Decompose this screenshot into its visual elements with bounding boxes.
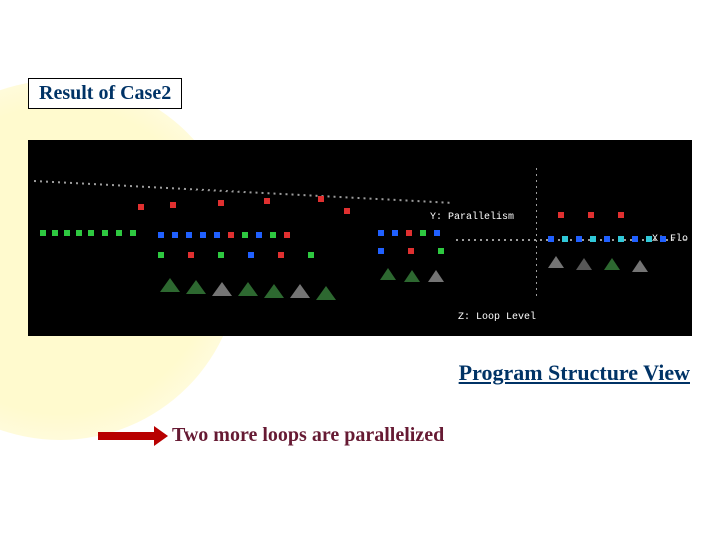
node bbox=[646, 236, 652, 242]
node bbox=[40, 230, 46, 236]
node bbox=[130, 230, 136, 236]
node bbox=[88, 230, 94, 236]
node bbox=[172, 232, 178, 238]
node bbox=[378, 230, 384, 236]
node bbox=[344, 208, 350, 214]
leaf bbox=[238, 282, 258, 296]
node bbox=[278, 252, 284, 258]
leaf bbox=[186, 280, 206, 294]
program-structure-figure: Y: Parallelism X: Flo Z: Loop Level bbox=[28, 140, 692, 336]
node bbox=[392, 230, 398, 236]
node bbox=[170, 202, 176, 208]
node bbox=[116, 230, 122, 236]
leaf bbox=[428, 270, 444, 282]
leaf bbox=[404, 270, 420, 282]
node bbox=[248, 252, 254, 258]
node bbox=[214, 232, 220, 238]
x-axis-line bbox=[456, 239, 690, 241]
node bbox=[64, 230, 70, 236]
node bbox=[242, 232, 248, 238]
node bbox=[52, 230, 58, 236]
node bbox=[660, 236, 666, 242]
arrow-icon bbox=[98, 432, 154, 440]
node bbox=[308, 252, 314, 258]
slide-title-box: Result of Case2 bbox=[28, 78, 182, 109]
node bbox=[406, 230, 412, 236]
leaf bbox=[548, 256, 564, 268]
node bbox=[438, 248, 444, 254]
leaf bbox=[160, 278, 180, 292]
figure-caption-text: Program Structure View bbox=[459, 360, 690, 385]
vertical-dots bbox=[536, 168, 537, 298]
node bbox=[264, 198, 270, 204]
node bbox=[562, 236, 568, 242]
node bbox=[632, 236, 638, 242]
leaf bbox=[290, 284, 310, 298]
slide-title-text: Result of Case2 bbox=[39, 82, 171, 104]
node bbox=[590, 236, 596, 242]
node bbox=[158, 252, 164, 258]
note-text: Two more loops are parallelized bbox=[172, 424, 444, 447]
node bbox=[200, 232, 206, 238]
leaf bbox=[212, 282, 232, 296]
figure-caption: Program Structure View bbox=[459, 360, 690, 386]
node bbox=[270, 232, 276, 238]
node bbox=[256, 232, 262, 238]
node bbox=[548, 236, 554, 242]
node bbox=[186, 232, 192, 238]
node bbox=[76, 230, 82, 236]
dotline-top bbox=[34, 180, 454, 204]
node bbox=[218, 252, 224, 258]
node bbox=[284, 232, 290, 238]
node bbox=[576, 236, 582, 242]
leaf bbox=[316, 286, 336, 300]
node bbox=[158, 232, 164, 238]
leaf bbox=[380, 268, 396, 280]
node bbox=[408, 248, 414, 254]
node bbox=[604, 236, 610, 242]
leaf bbox=[576, 258, 592, 270]
node bbox=[102, 230, 108, 236]
note-row: Two more loops are parallelized bbox=[98, 424, 444, 447]
leaf bbox=[264, 284, 284, 298]
node bbox=[420, 230, 426, 236]
node bbox=[558, 212, 564, 218]
node bbox=[588, 212, 594, 218]
node bbox=[188, 252, 194, 258]
node bbox=[434, 230, 440, 236]
axis-label-y: Y: Parallelism bbox=[430, 212, 514, 223]
node bbox=[228, 232, 234, 238]
leaf bbox=[632, 260, 648, 272]
leaf bbox=[604, 258, 620, 270]
node bbox=[218, 200, 224, 206]
axis-label-z: Z: Loop Level bbox=[458, 312, 536, 323]
node bbox=[318, 196, 324, 202]
node bbox=[378, 248, 384, 254]
node bbox=[618, 212, 624, 218]
node bbox=[138, 204, 144, 210]
node bbox=[618, 236, 624, 242]
